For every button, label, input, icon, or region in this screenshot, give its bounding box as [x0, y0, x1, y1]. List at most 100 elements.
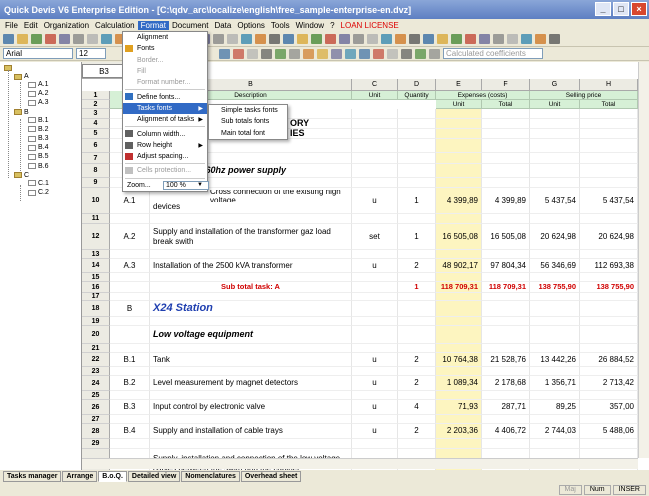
- format-menu-item[interactable]: Define fonts...: [123, 91, 207, 102]
- cell-code[interactable]: A.2: [110, 224, 150, 250]
- cell-et[interactable]: [482, 119, 530, 129]
- format-icon[interactable]: [345, 48, 356, 59]
- row-header[interactable]: 11: [82, 214, 110, 224]
- cell-desc[interactable]: X24 Station: [150, 301, 352, 317]
- cell-st[interactable]: 26 884,52: [580, 353, 638, 367]
- toolbar-icon[interactable]: [437, 34, 448, 44]
- cell-unit[interactable]: [352, 391, 398, 400]
- toolbar-icon[interactable]: [3, 34, 14, 44]
- format-icon[interactable]: [247, 48, 258, 59]
- cell-qty[interactable]: [398, 129, 436, 139]
- format-icon[interactable]: [373, 48, 384, 59]
- menu-tools[interactable]: Tools: [268, 21, 293, 30]
- cell-unit[interactable]: [352, 326, 398, 344]
- cell-qty[interactable]: 1: [398, 282, 436, 293]
- tree-node[interactable]: B.1: [28, 117, 49, 124]
- menu-organization[interactable]: Organization: [41, 21, 92, 30]
- menu-edit[interactable]: Edit: [21, 21, 41, 30]
- cell-eu[interactable]: [436, 178, 482, 188]
- format-icon[interactable]: [303, 48, 314, 59]
- cell-eu[interactable]: 10 764,38: [436, 353, 482, 367]
- cell-eu[interactable]: [436, 139, 482, 153]
- menu-window[interactable]: Window: [293, 21, 327, 30]
- font-select[interactable]: Arial: [3, 48, 73, 59]
- toolbar-icon[interactable]: [283, 34, 294, 44]
- format-icon[interactable]: [275, 48, 286, 59]
- row-header[interactable]: 27: [82, 415, 110, 424]
- cell-code[interactable]: A.3: [110, 259, 150, 273]
- cell-qty[interactable]: 2: [398, 424, 436, 439]
- cell-desc[interactable]: Tank: [150, 353, 352, 367]
- cell-unit[interactable]: u: [352, 353, 398, 367]
- cell-code[interactable]: [110, 391, 150, 400]
- row-header[interactable]: 20: [82, 326, 110, 344]
- tree-node[interactable]: A.3: [28, 99, 49, 106]
- cell-su[interactable]: [530, 250, 580, 259]
- cell-su[interactable]: 13 442,26: [530, 353, 580, 367]
- format-icon[interactable]: [233, 48, 244, 59]
- format-menu-item[interactable]: Column width...: [123, 128, 207, 139]
- cell-st[interactable]: 20 624,98: [580, 224, 638, 250]
- cell-eu[interactable]: [436, 317, 482, 326]
- cell-code[interactable]: [110, 273, 150, 282]
- cell-eu[interactable]: 118 709,31: [436, 282, 482, 293]
- row-header[interactable]: 10: [82, 188, 110, 214]
- row-header[interactable]: 14: [82, 259, 110, 273]
- cell-qty[interactable]: [398, 301, 436, 317]
- cell-desc[interactable]: [150, 415, 352, 424]
- cell-unit[interactable]: [352, 317, 398, 326]
- cell-st[interactable]: 2 713,42: [580, 376, 638, 391]
- toolbar-icon[interactable]: [535, 34, 546, 44]
- cell-qty[interactable]: 4: [398, 400, 436, 415]
- cell-code[interactable]: [110, 344, 150, 353]
- vertical-scrollbar[interactable]: [638, 62, 649, 458]
- cell-su[interactable]: [530, 317, 580, 326]
- cell-su[interactable]: 20 624,98: [530, 224, 580, 250]
- cell-qty[interactable]: 1: [398, 188, 436, 214]
- menu-options[interactable]: Options: [234, 21, 268, 30]
- row-header[interactable]: 22: [82, 353, 110, 367]
- tree-node[interactable]: B.3: [28, 135, 49, 142]
- toolbar-icon[interactable]: [465, 34, 476, 44]
- format-icon[interactable]: [429, 48, 440, 59]
- cell-unit[interactable]: [352, 293, 398, 301]
- coefficients-select[interactable]: Calculated coefficients: [443, 48, 543, 59]
- row-header[interactable]: 25: [82, 391, 110, 400]
- toolbar-icon[interactable]: [255, 34, 266, 44]
- cell-st[interactable]: 112 693,38: [580, 259, 638, 273]
- toolbar-icon[interactable]: [297, 34, 308, 44]
- cell-eu[interactable]: 16 505,08: [436, 224, 482, 250]
- toolbar-icon[interactable]: [311, 34, 322, 44]
- cell-unit[interactable]: u: [352, 259, 398, 273]
- cell-su[interactable]: 56 346,69: [530, 259, 580, 273]
- toolbar-icon[interactable]: [339, 34, 350, 44]
- cell-unit[interactable]: [352, 164, 398, 178]
- cell-st[interactable]: [580, 178, 638, 188]
- cell-desc[interactable]: [150, 391, 352, 400]
- cell-eu[interactable]: 48 902,17: [436, 259, 482, 273]
- row-header[interactable]: 4: [82, 119, 110, 129]
- cell-st[interactable]: 138 755,90: [580, 282, 638, 293]
- format-icon[interactable]: [401, 48, 412, 59]
- row-header[interactable]: 2: [82, 100, 110, 109]
- cell-su[interactable]: [530, 129, 580, 139]
- cell-su[interactable]: [530, 367, 580, 376]
- cell-eu[interactable]: 4 399,89: [436, 188, 482, 214]
- cell-su[interactable]: [530, 326, 580, 344]
- column-header[interactable]: E: [436, 79, 482, 91]
- cell-su[interactable]: [530, 301, 580, 317]
- row-header[interactable]: 1: [82, 91, 110, 100]
- toolbar-icon[interactable]: [409, 34, 420, 44]
- cell-et[interactable]: [482, 153, 530, 164]
- cell-qty[interactable]: [398, 109, 436, 119]
- cell-su[interactable]: [530, 415, 580, 424]
- row-header[interactable]: 12: [82, 224, 110, 250]
- row-header[interactable]: 5: [82, 129, 110, 139]
- cell-su[interactable]: [530, 439, 580, 449]
- format-menu-item[interactable]: Alignment: [123, 32, 207, 43]
- cell-qty[interactable]: [398, 250, 436, 259]
- cell-desc[interactable]: [150, 344, 352, 353]
- cell-eu[interactable]: [436, 250, 482, 259]
- cell-qty[interactable]: 2: [398, 259, 436, 273]
- cell-eu[interactable]: 1 089,34: [436, 376, 482, 391]
